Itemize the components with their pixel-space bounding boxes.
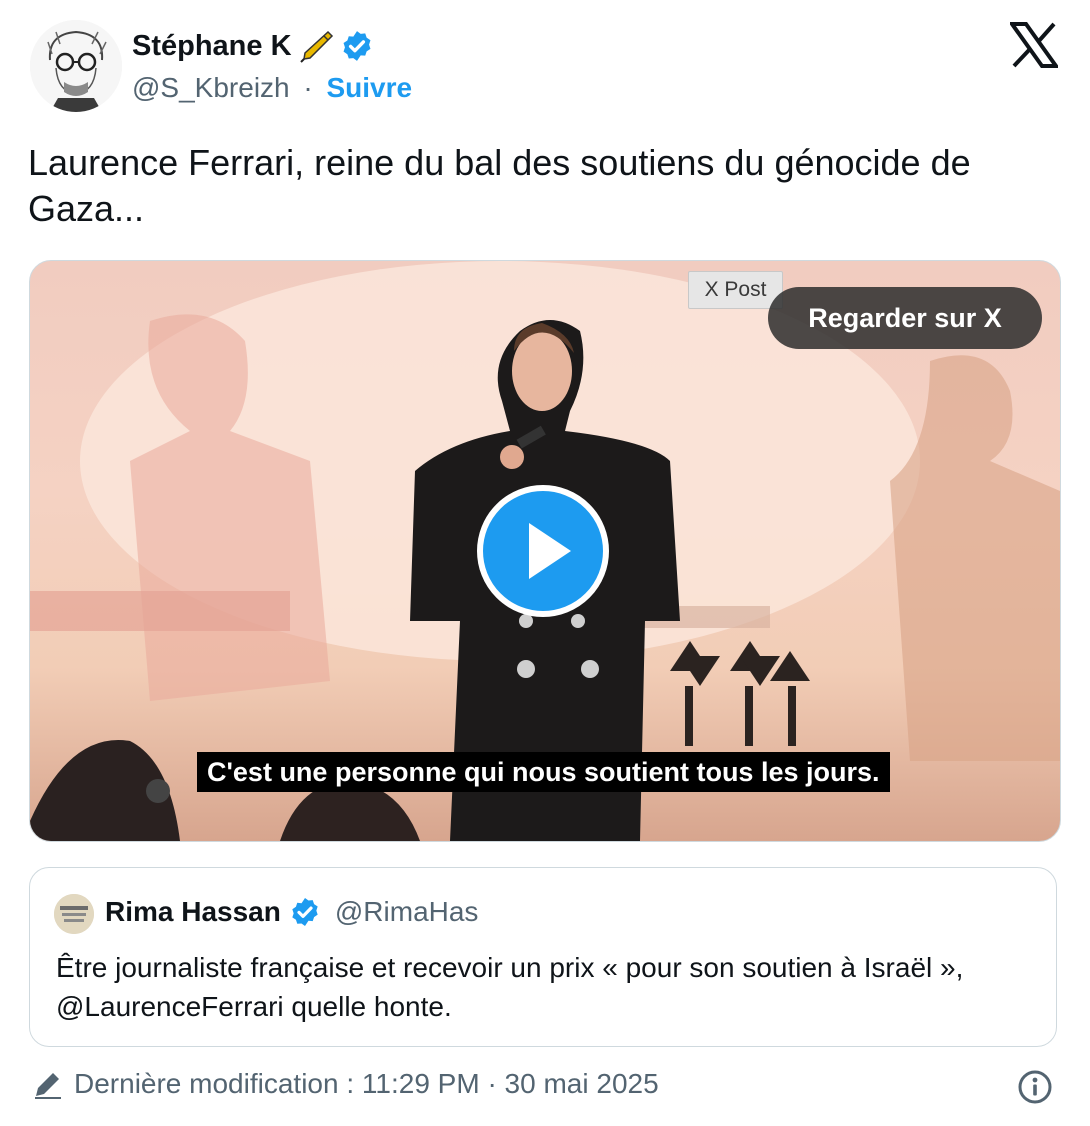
quoted-author-avatar[interactable] <box>54 894 94 934</box>
play-icon <box>529 523 571 579</box>
verified-badge-icon <box>343 31 370 61</box>
author-handle[interactable]: @S_Kbreizh <box>132 72 290 103</box>
x-post-label: X Post <box>688 271 783 309</box>
edited-timestamp[interactable]: Dernière modification : 11:29 PM · 30 ma… <box>74 1068 659 1100</box>
author-avatar[interactable] <box>30 20 122 112</box>
avatar-sketch-icon <box>30 20 122 112</box>
quoted-tweet-text: Être journaliste française et recevoir u… <box>56 952 964 1022</box>
x-logo-icon[interactable] <box>1010 22 1058 68</box>
watch-on-x-button[interactable]: Regarder sur X <box>768 287 1042 349</box>
info-icon[interactable] <box>1017 1069 1053 1105</box>
author-handle-row: @S_Kbreizh · Suivre <box>132 72 412 104</box>
embedded-tweet-card: Stéphane K @S_Kbreizh · Suivre Laurence … <box>0 0 1090 1126</box>
edit-pencil-icon <box>35 1073 61 1099</box>
follow-button[interactable]: Suivre <box>327 72 413 103</box>
author-name[interactable]: Stéphane K <box>132 30 292 63</box>
author-name-row[interactable]: Stéphane K <box>132 28 374 64</box>
pen-icon <box>299 30 333 63</box>
quoted-author-handle[interactable]: @RimaHas <box>335 896 479 928</box>
play-button[interactable] <box>477 485 609 617</box>
quoted-tweet[interactable]: Rima Hassan @RimaHas Être journaliste fr… <box>29 867 1057 1047</box>
video-subtitle: C'est une personne qui nous soutient tou… <box>197 752 890 792</box>
tweet-text: Laurence Ferrari, reine du bal des souti… <box>28 142 971 229</box>
separator-dot: · <box>303 72 313 103</box>
tweet-footer: Dernière modification : 11:29 PM · 30 ma… <box>32 1068 659 1100</box>
avatar-image-icon <box>54 894 94 934</box>
verified-badge-icon <box>292 898 318 926</box>
quoted-author-name[interactable]: Rima Hassan <box>105 896 281 928</box>
quoted-author-row: Rima Hassan @RimaHas <box>105 896 478 928</box>
